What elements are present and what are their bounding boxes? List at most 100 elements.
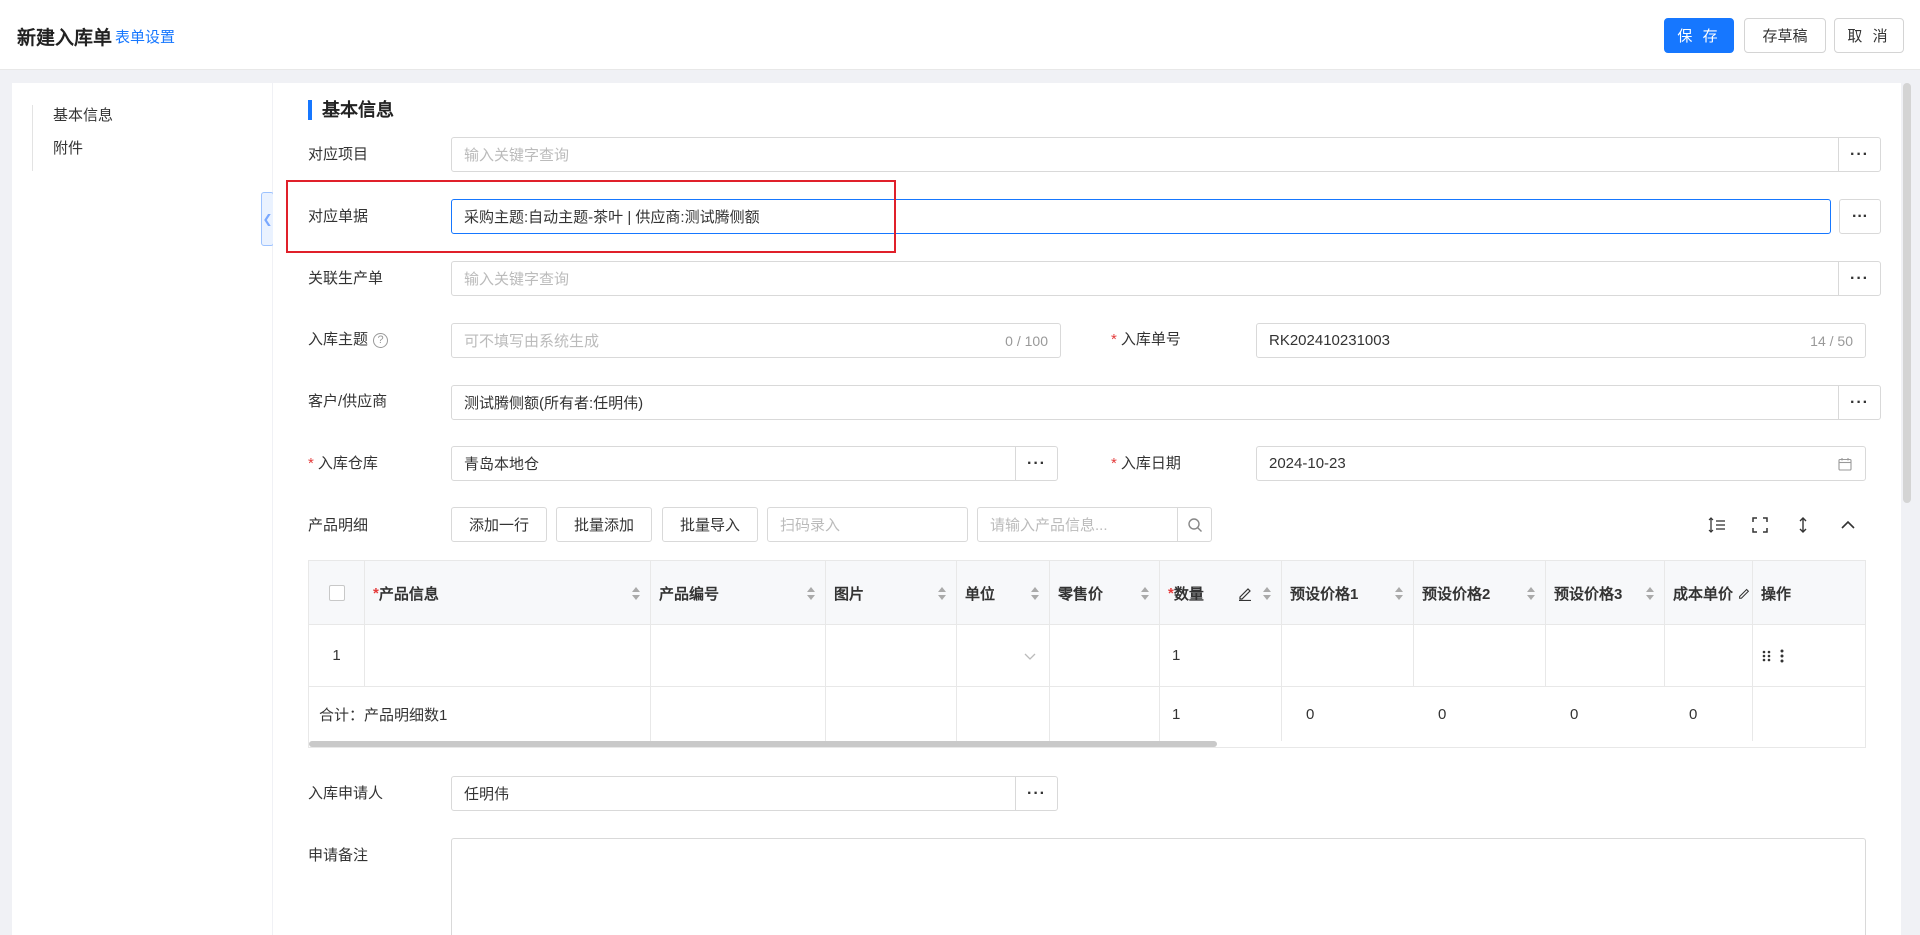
left-panel: 基本信息 附件 — [12, 83, 272, 935]
remarks-textarea[interactable] — [451, 838, 1866, 935]
project-field[interactable]: 输入关键字查询 ··· — [451, 137, 1881, 172]
customer-field[interactable]: 测试腾侧额(所有者:任明伟) ··· — [451, 385, 1881, 420]
help-icon[interactable]: ? — [373, 333, 389, 348]
col-operations-label: 操作 — [1761, 585, 1792, 603]
save-button[interactable]: 保 存 — [1664, 18, 1734, 53]
warehouse-more-button[interactable]: ··· — [1015, 447, 1057, 480]
warehouse-field[interactable]: 青岛本地仓 ··· — [451, 446, 1058, 481]
page-header: 新建入库单 表单设置 保 存 存草稿 取 消 — [0, 0, 1920, 70]
table-header: * 产品信息 产品编号 图片 单位 零售价 * 数量 预设价格1 预设价格2 预… — [309, 561, 1865, 625]
order-no-value: RK202410231003 — [1269, 332, 1390, 349]
warehouse-label: * 入库仓库 — [308, 454, 378, 474]
more-vertical-icon[interactable] — [1779, 648, 1785, 664]
table-row[interactable]: 1 1 — [309, 625, 1865, 687]
col-preset-price-3[interactable]: 预设价格3 — [1546, 561, 1665, 625]
drag-handle-icon[interactable] — [1761, 649, 1773, 663]
col-quantity-label: 数量 — [1173, 585, 1204, 603]
col-preset-price-1[interactable]: 预设价格1 — [1282, 561, 1414, 625]
production-more-button[interactable]: ··· — [1838, 262, 1880, 295]
date-input[interactable]: 2024-10-23 — [1256, 446, 1866, 481]
select-all-checkbox[interactable] — [328, 585, 345, 601]
col-unit[interactable]: 单位 — [957, 561, 1050, 625]
applicant-field[interactable]: 任明伟 ··· — [451, 776, 1058, 811]
sort-icon[interactable] — [807, 587, 815, 601]
total-unit-cell — [957, 687, 1050, 741]
expand-vertical-icon[interactable] — [1790, 512, 1816, 538]
page-vertical-scrollbar[interactable] — [1903, 83, 1911, 503]
col-image[interactable]: 图片 — [826, 561, 957, 625]
production-label: 关联生产单 — [308, 270, 384, 287]
row-height-icon[interactable] — [1704, 512, 1730, 538]
form-settings-link[interactable]: 表单设置 — [115, 26, 175, 47]
row-preset-price-1-cell[interactable] — [1282, 625, 1414, 686]
row-image-cell[interactable] — [826, 625, 957, 686]
total-product-code-cell — [651, 687, 826, 741]
col-preset-price-2[interactable]: 预设价格2 — [1414, 561, 1546, 625]
row-preset-price-2-cell[interactable] — [1414, 625, 1546, 686]
add-row-button[interactable]: 添加一行 — [451, 507, 547, 542]
sort-icon[interactable] — [1527, 587, 1535, 601]
col-retail-price[interactable]: 零售价 — [1050, 561, 1160, 625]
required-mark: * — [1111, 455, 1117, 472]
table-horizontal-scrollbar[interactable] — [309, 741, 1217, 747]
order-no-input[interactable]: RK202410231003 14 / 50 — [1256, 323, 1866, 358]
col-product-code[interactable]: 产品编号 — [651, 561, 826, 625]
col-quantity[interactable]: * 数量 — [1160, 561, 1282, 625]
sort-icon[interactable] — [1395, 587, 1403, 601]
project-more-button[interactable]: ··· — [1838, 138, 1880, 171]
document-label: 对应单据 — [308, 208, 369, 225]
section-title: 基本信息 — [308, 100, 394, 120]
nav-item-attachments[interactable]: 附件 — [53, 138, 113, 171]
col-product-info[interactable]: * 产品信息 — [365, 561, 651, 625]
fullscreen-icon[interactable] — [1747, 512, 1773, 538]
page-title: 新建入库单 — [17, 28, 113, 49]
select-all-cell — [309, 561, 365, 625]
subject-input[interactable]: 可不填写由系统生成 0 / 100 — [451, 323, 1061, 358]
search-icon — [1187, 517, 1202, 532]
document-more-button[interactable]: ··· — [1839, 199, 1881, 234]
col-cost-price[interactable]: 成本单价 — [1665, 561, 1753, 625]
calendar-icon[interactable] — [1825, 457, 1865, 471]
nav-item-basic-info[interactable]: 基本信息 — [53, 105, 113, 138]
row-unit-select[interactable] — [957, 625, 1050, 686]
customer-value: 测试腾侧额(所有者:任明伟) — [464, 395, 644, 412]
sort-icon[interactable] — [1646, 587, 1654, 601]
total-preset-price-2: 0 — [1438, 705, 1447, 723]
row-product-info-cell[interactable] — [365, 625, 651, 686]
sort-icon[interactable] — [1031, 587, 1039, 601]
total-cost-price: 0 — [1665, 687, 1753, 741]
product-search-input[interactable]: 请输入产品信息... — [977, 507, 1212, 542]
scan-input[interactable]: 扫码录入 — [767, 507, 968, 542]
applicant-more-button[interactable]: ··· — [1015, 777, 1057, 810]
production-placeholder: 输入关键字查询 — [464, 271, 570, 288]
batch-import-button[interactable]: 批量导入 — [662, 507, 758, 542]
customer-label: 客户/供应商 — [308, 393, 388, 410]
cancel-button[interactable]: 取 消 — [1834, 18, 1904, 53]
section-nav: 基本信息 附件 — [32, 105, 113, 171]
subject-char-count: 0 / 100 — [1005, 332, 1048, 349]
production-field[interactable]: 输入关键字查询 ··· — [451, 261, 1881, 296]
sort-icon[interactable] — [1263, 587, 1271, 601]
project-label: 对应项目 — [308, 146, 369, 163]
sort-icon[interactable] — [632, 587, 640, 601]
customer-more-button[interactable]: ··· — [1838, 386, 1880, 419]
total-preset-price-1: 0 — [1306, 705, 1315, 723]
subject-placeholder: 可不填写由系统生成 — [464, 333, 600, 350]
document-input[interactable]: 采购主题:自动主题-茶叶 | 供应商:测试腾侧额 — [451, 199, 1831, 234]
edit-icon[interactable] — [1737, 586, 1751, 600]
batch-add-button[interactable]: 批量添加 — [556, 507, 652, 542]
row-preset-price-3-cell[interactable] — [1546, 625, 1665, 686]
row-quantity-cell[interactable]: 1 — [1160, 625, 1282, 686]
search-button[interactable] — [1177, 508, 1211, 541]
save-draft-button[interactable]: 存草稿 — [1744, 18, 1826, 53]
scan-placeholder: 扫码录入 — [780, 517, 841, 534]
sort-icon[interactable] — [938, 587, 946, 601]
edit-icon[interactable] — [1237, 585, 1253, 601]
row-cost-price-cell[interactable] — [1665, 625, 1753, 686]
chevron-up-icon[interactable] — [1835, 512, 1861, 538]
applicant-value: 任明伟 — [464, 786, 510, 803]
product-search-placeholder: 请输入产品信息... — [990, 517, 1108, 534]
col-cost-price-label: 成本单价 — [1673, 585, 1734, 603]
sort-icon[interactable] — [1141, 587, 1149, 601]
row-retail-price-cell[interactable] — [1050, 625, 1160, 686]
